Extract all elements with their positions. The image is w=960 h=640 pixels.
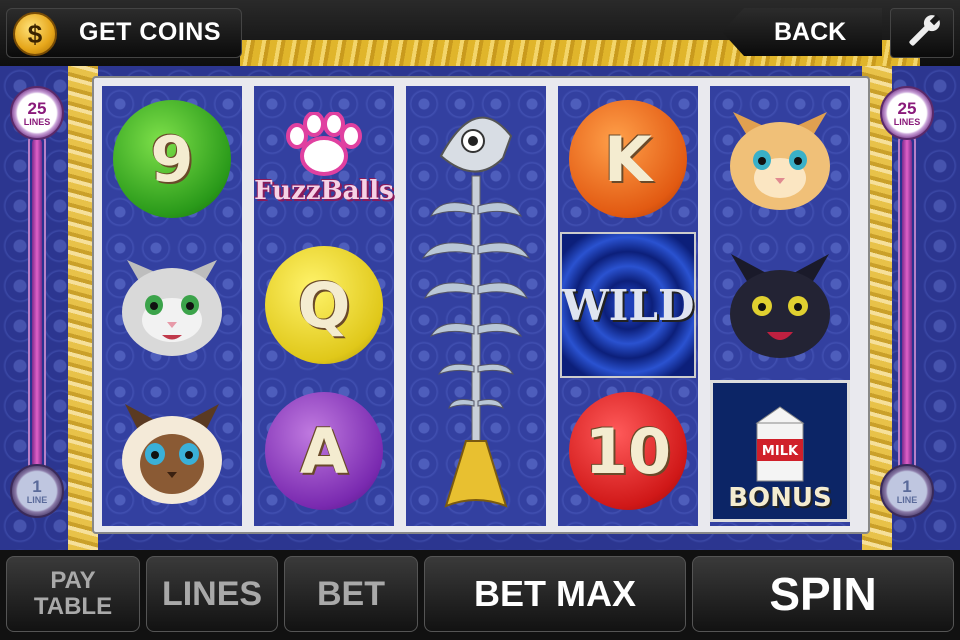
- symbol-cell: WILD: [558, 232, 698, 378]
- wild-symbol: WILD: [560, 232, 696, 378]
- symbol-cell: 9: [102, 86, 242, 232]
- meter-tube: [28, 134, 46, 472]
- fish-skeleton-icon: [421, 116, 531, 508]
- paw-print-icon: [286, 112, 362, 176]
- settings-button[interactable]: [890, 8, 954, 58]
- back-label: BACK: [774, 18, 847, 46]
- get-coins-button[interactable]: $ GET COINS: [6, 8, 242, 58]
- reel-1: 9: [102, 86, 242, 526]
- symbol-cell: FuzzBalls: [254, 86, 394, 232]
- fuzzballs-logo-symbol: FuzzBalls: [254, 112, 394, 206]
- get-coins-label: GET COINS: [79, 18, 222, 46]
- black-cat-icon: [730, 254, 830, 358]
- meter-tube: [898, 134, 916, 472]
- symbol-cell: K: [558, 86, 698, 232]
- yarn-ball-symbol: A: [265, 392, 383, 510]
- reel-4: K WILD 10: [558, 86, 698, 526]
- symbol-cell: Q: [254, 232, 394, 378]
- min-lines-badge[interactable]: 1 LINE: [880, 464, 934, 518]
- reel-window: 9 FuzzBalls Q A K WILD 10 MILK BONUS: [92, 76, 870, 534]
- symbol-cell: A: [254, 378, 394, 524]
- orange-kitten-icon: [730, 112, 830, 210]
- reel-5: MILK BONUS: [710, 86, 850, 526]
- symbol-cell: 10: [558, 378, 698, 524]
- back-button[interactable]: BACK: [722, 8, 882, 56]
- symbol-cell: [710, 232, 850, 378]
- max-lines-badge[interactable]: 25 LINES: [880, 86, 934, 140]
- line-meter-right[interactable]: 25 LINES 1 LINE: [876, 86, 938, 518]
- yarn-ball-symbol: Q: [265, 246, 383, 364]
- min-lines-badge[interactable]: 1 LINE: [10, 464, 64, 518]
- symbol-cell: [102, 378, 242, 524]
- max-lines-badge[interactable]: 25 LINES: [10, 86, 64, 140]
- bet-button[interactable]: BET: [284, 556, 418, 632]
- fishbone-symbol: [406, 86, 546, 526]
- siamese-cat-icon: [122, 404, 222, 504]
- bet-max-button[interactable]: BET MAX: [424, 556, 686, 632]
- line-meter-left[interactable]: 25 LINES 1 LINE: [6, 86, 68, 518]
- gray-kitten-icon: [122, 260, 222, 356]
- meter-fill: [32, 138, 42, 468]
- yarn-ball-symbol: K: [569, 100, 687, 218]
- milk-carton-icon: MILK: [755, 406, 805, 482]
- yarn-ball-symbol: 9: [113, 100, 231, 218]
- reel-2: FuzzBalls Q A: [254, 86, 394, 526]
- wrench-icon: [909, 14, 941, 46]
- symbol-cell: [710, 86, 850, 232]
- coin-icon: $: [13, 12, 57, 56]
- symbol-cell: [102, 232, 242, 378]
- meter-fill: [902, 138, 912, 468]
- yarn-ball-symbol: 10: [569, 392, 687, 510]
- lines-button[interactable]: LINES: [146, 556, 278, 632]
- bonus-symbol: MILK BONUS: [710, 380, 850, 522]
- svg-text:MILK: MILK: [762, 444, 799, 459]
- symbol-cell: MILK BONUS: [710, 378, 850, 524]
- reel-3: [406, 86, 546, 526]
- pay-table-button[interactable]: PAY TABLE: [6, 556, 140, 632]
- spin-button[interactable]: SPIN: [692, 556, 954, 632]
